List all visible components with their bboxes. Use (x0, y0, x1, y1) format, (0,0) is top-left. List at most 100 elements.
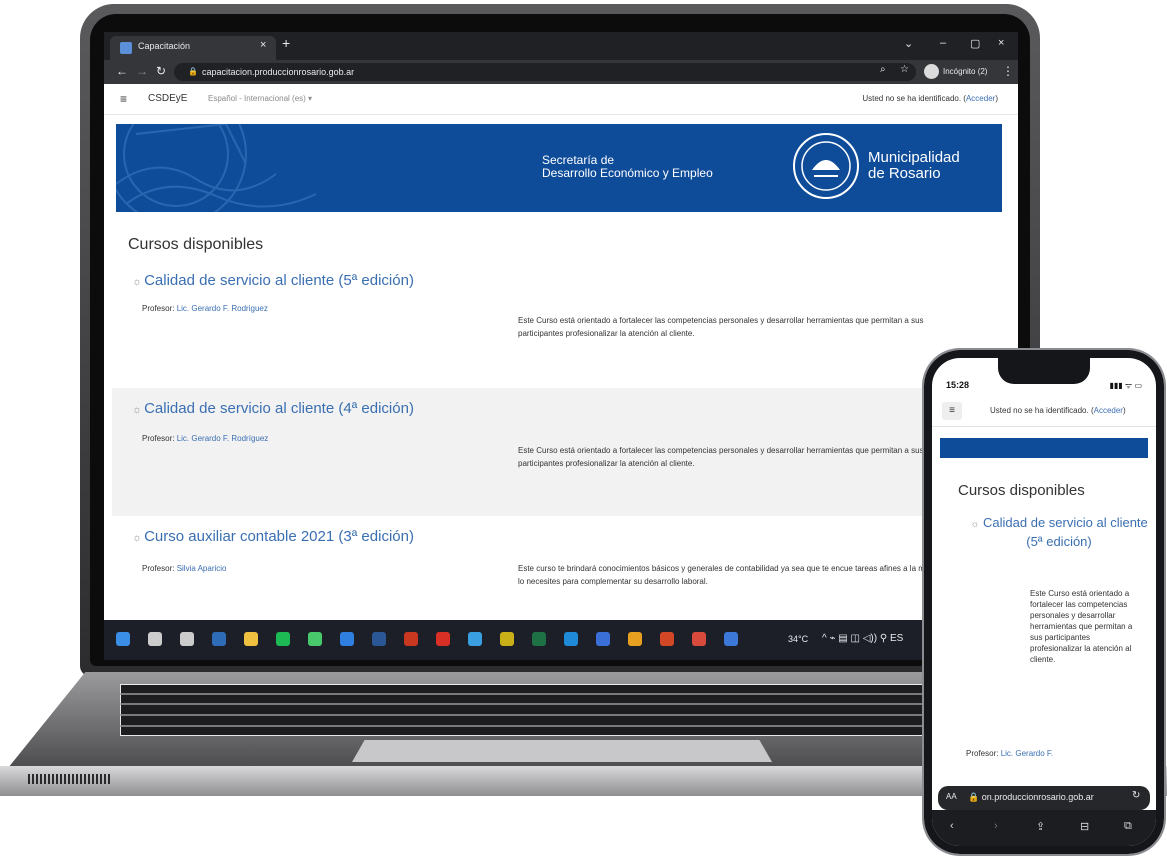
phone-reload-icon[interactable]: ↻ (1132, 790, 1140, 801)
page-title: Cursos disponibles (128, 236, 264, 253)
excel-icon[interactable] (532, 632, 546, 646)
profesor-link[interactable]: Silvia Aparicio (177, 564, 227, 573)
course-card: ☼ Calidad de servicio al cliente (4ª edic… (112, 388, 1010, 516)
course-icon: ☼ (132, 276, 143, 288)
acrobat-icon[interactable] (436, 632, 450, 646)
phone-url[interactable]: 🔒 on.produccionrosario.gob.ar (968, 792, 1094, 803)
course-title[interactable]: ☼ Calidad de servicio al cliente (5ª edic… (132, 272, 414, 289)
course-card: ☼ Curso auxiliar contable 2021 (3ª edició… (112, 518, 1010, 620)
new-tab-icon[interactable]: + (282, 35, 290, 51)
app-icon[interactable] (468, 632, 482, 646)
phone-login-text: Usted no se ha identificado. ( (990, 406, 1094, 415)
incognito-icon[interactable] (924, 64, 939, 79)
phone-back-icon[interactable]: ‹ (950, 820, 954, 832)
browser-tab-strip: Capacitación × + ⌄ – ▢ × (104, 32, 1018, 60)
phone-time: 15:28 (946, 380, 970, 390)
calculator-icon[interactable] (212, 632, 226, 646)
photoshop-icon[interactable] (340, 632, 354, 646)
phone-login-link[interactable]: Acceder (1094, 406, 1123, 415)
address-url[interactable]: capacitacion.produccionrosario.gob.ar (202, 67, 354, 77)
course-description: Este Curso está orientado a fortalecer l… (518, 446, 924, 468)
phone-notch (998, 358, 1090, 384)
course-icon: ☼ (132, 404, 143, 416)
dreamweaver-icon[interactable] (308, 632, 322, 646)
phone-screen: 15:28 ▮▮▮ ᯤ ▭ ≡ Usted no se ha identific… (932, 358, 1156, 846)
tab-title: Capacitación (138, 41, 191, 51)
phone-banner (940, 438, 1148, 458)
browser-menu-icon[interactable]: ⋮ (1002, 64, 1014, 78)
banner-secretaria: Secretaría de Desarrollo Económico y Emp… (542, 154, 782, 180)
login-status: Usted no se ha identificado. (Acceder) (862, 94, 998, 103)
browser-tab[interactable]: Capacitación × (110, 36, 276, 60)
phone-course-title-text[interactable]: Calidad de servicio al cliente (5ª edici… (983, 515, 1148, 549)
course-title-text[interactable]: Calidad de servicio al cliente (5ª edici… (144, 272, 414, 289)
system-tray[interactable]: ^ ⌁ ▤ ◫ ◁)) ⚲ ES (822, 633, 903, 644)
phone-login-end: ) (1122, 406, 1126, 415)
site-brand[interactable]: CSDEyE (148, 93, 187, 104)
phone-login-status: Usted no se ha identificado. (Acceder) (990, 406, 1126, 415)
forward-icon[interactable]: → (136, 64, 148, 78)
minimize-icon[interactable]: – (940, 37, 946, 49)
phone-page-title: Cursos disponibles (958, 482, 1085, 499)
course-title-text[interactable]: Curso auxiliar contable 2021 (3ª edición… (144, 528, 414, 545)
profesor-link[interactable]: Lic. Gerardo F. Rodriguez (177, 304, 268, 313)
incognito-label[interactable]: Incógnito (2) (943, 67, 987, 76)
phone-profesor-link[interactable]: Lic. Gerardo F. (1001, 749, 1053, 758)
profesor-label: Profesor: (142, 304, 177, 313)
profesor-label: Profesor: (142, 564, 177, 573)
banner-municipalidad-line1: Municipalidad (868, 149, 960, 166)
phone-reader-aa-button[interactable]: AA (946, 792, 957, 801)
phone-tabs-icon[interactable]: ⧉ (1124, 820, 1132, 833)
chrome-icon[interactable] (628, 632, 642, 646)
bookmark-star-icon[interactable]: ☆ (900, 64, 909, 75)
course-profesor: Profesor: Lic. Gerardo F. Rodriguez (142, 304, 268, 313)
zoom-icon[interactable]: ⌕ (880, 64, 886, 75)
task-view-icon[interactable] (180, 632, 194, 646)
language-select[interactable]: Español - Internacional (es) ▾ (208, 94, 312, 103)
banner-seal-watermark-icon (116, 124, 317, 212)
back-icon[interactable]: ← (116, 64, 128, 78)
course-title-text[interactable]: Calidad de servicio al cliente (4ª edici… (144, 400, 414, 417)
course-title[interactable]: ☼ Calidad de servicio al cliente (4ª edic… (132, 400, 414, 417)
window-close-icon[interactable]: × (998, 37, 1004, 49)
nav-drawer-icon[interactable]: ≡ (120, 92, 127, 106)
phone-course-title[interactable]: ☼ Calidad de servicio al cliente (5ª edi… (966, 514, 1152, 550)
windows-start-icon[interactable] (116, 632, 130, 646)
login-status-end: ) (995, 94, 998, 103)
login-link[interactable]: Acceder (966, 94, 995, 103)
spotify-icon[interactable] (276, 632, 290, 646)
acrobat-ai-icon[interactable] (404, 632, 418, 646)
reload-icon[interactable]: ↻ (156, 64, 166, 78)
phone-forward-icon[interactable]: › (994, 820, 998, 832)
trackpad (352, 740, 772, 762)
fireworks-icon[interactable] (500, 632, 514, 646)
word-icon[interactable] (372, 632, 386, 646)
banner-municipalidad: Municipalidad de Rosario (868, 150, 998, 182)
file-explorer-icon[interactable] (244, 632, 258, 646)
login-status-text: Usted no se ha identificado. ( (862, 94, 966, 103)
phone-menu-icon[interactable]: ≡ (942, 402, 962, 420)
site-navbar: ≡ CSDEyE Español - Internacional (es) ▾ … (104, 84, 1018, 115)
app-grid-icon[interactable] (692, 632, 706, 646)
tab-close-icon[interactable]: × (260, 39, 266, 51)
phone-share-icon[interactable]: ⇪ (1036, 820, 1045, 833)
taskbar-weather[interactable]: 34°C (788, 634, 808, 644)
restore-icon[interactable]: ▢ (970, 37, 980, 50)
phone-bookmarks-icon[interactable]: ⊟ (1080, 820, 1089, 833)
course-profesor: Profesor: Silvia Aparicio (142, 564, 227, 573)
phone-profesor-label: Profesor: (966, 749, 1001, 758)
laptop-screen: Capacitación × + ⌄ – ▢ × ← → ↻ 🔒 capacit… (104, 32, 1018, 660)
phone-course-icon: ☼ (970, 519, 980, 530)
tab-search-icon[interactable]: ⌄ (904, 37, 913, 50)
help-icon[interactable] (724, 632, 738, 646)
profesor-label: Profesor: (142, 434, 177, 443)
profesor-link[interactable]: Lic. Gerardo F. Rodríguez (177, 434, 269, 443)
course-title[interactable]: ☼ Curso auxiliar contable 2021 (3ª edició… (132, 528, 414, 545)
edge-icon[interactable] (564, 632, 578, 646)
site-favicon-icon (120, 42, 132, 54)
powerpoint-icon[interactable] (660, 632, 674, 646)
dropbox-icon[interactable] (596, 632, 610, 646)
lock-icon[interactable]: 🔒 (188, 67, 198, 76)
course-description: Este Curso está orientado a fortalecer l… (518, 316, 924, 338)
search-icon[interactable] (148, 632, 162, 646)
